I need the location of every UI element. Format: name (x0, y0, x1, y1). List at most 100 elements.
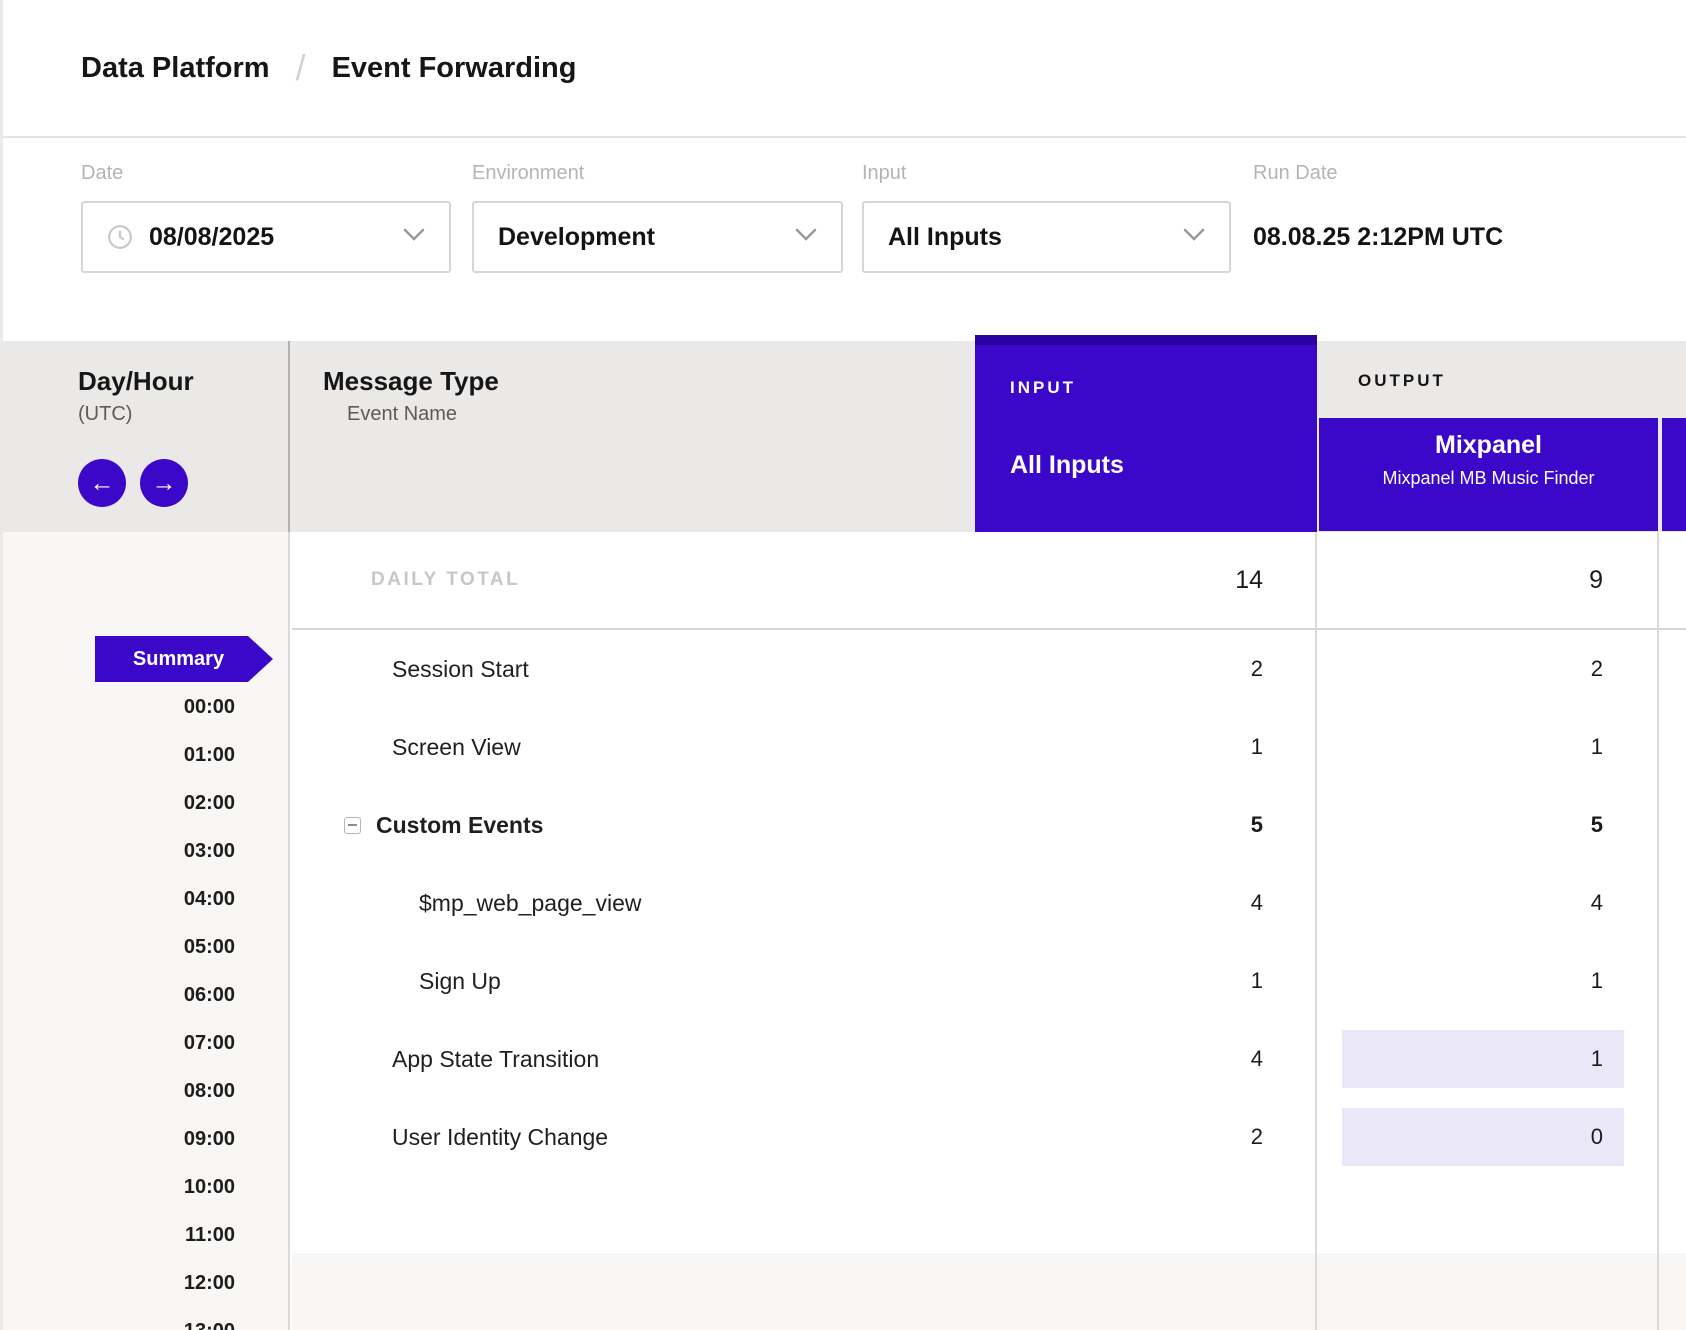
input-column-top-strip (975, 335, 1317, 345)
data-grid: DAILY TOTAL 14 9 Session Start22Screen V… (292, 532, 1686, 1330)
next-day-button[interactable]: → (140, 459, 188, 507)
input-filter: Input All Inputs (862, 162, 1231, 273)
environment-filter-label: Environment (472, 162, 843, 185)
run-date: Run Date 08.08.25 2:12PM UTC (1253, 162, 1503, 273)
event-row: Screen View11 (292, 708, 1686, 786)
hour-label[interactable]: 13:00 (3, 1307, 288, 1330)
clock-icon (107, 224, 133, 250)
summary-badge-arrow (248, 636, 273, 682)
environment-filter: Environment Development (472, 162, 843, 273)
input-select[interactable]: All Inputs (862, 201, 1231, 273)
environment-value: Development (498, 223, 795, 252)
output-count-value: 1 (1591, 968, 1603, 994)
date-filter-label: Date (81, 162, 451, 185)
message-type-subtitle: Event Name (347, 403, 973, 425)
footer-band (292, 1253, 1686, 1330)
hour-label[interactable]: 01:00 (3, 731, 288, 779)
hour-label[interactable]: 07:00 (3, 1019, 288, 1067)
output-group-label: OUTPUT (1358, 372, 1446, 389)
output-count-cell: 4 (1318, 864, 1657, 942)
input-count-cell: 2 (292, 1098, 1315, 1176)
breadcrumb-separator: / (296, 47, 306, 89)
input-column-header[interactable]: INPUT All Inputs (975, 335, 1317, 532)
message-type-header: Message Type Event Name (292, 341, 973, 532)
filter-bar: Date 08/08/2025 Environment Development (3, 140, 1686, 341)
hour-label[interactable]: 02:00 (3, 779, 288, 827)
input-count-cell: 2 (292, 630, 1315, 708)
input-group-label: INPUT (1010, 379, 1076, 396)
hour-label[interactable]: 10:00 (3, 1163, 288, 1211)
input-count-cell: 4 (292, 864, 1315, 942)
date-value: 08/08/2025 (149, 223, 403, 252)
output-count-cell-highlighted: 0 (1318, 1098, 1657, 1176)
event-row: App State Transition41 (292, 1020, 1686, 1098)
table-body: Summary 00:0001:0002:0003:0004:0005:0006… (3, 532, 1686, 1330)
event-row: Custom Events55 (292, 786, 1686, 864)
hour-label[interactable]: 08:00 (3, 1067, 288, 1115)
output-count-value: 4 (1591, 890, 1603, 916)
input-count-cell: 5 (292, 786, 1315, 864)
run-date-value: 08.08.25 2:12PM UTC (1253, 201, 1503, 273)
mixpanel-column-title: Mixpanel (1319, 432, 1658, 459)
page-title: Event Forwarding (332, 52, 577, 85)
event-rows: Session Start22Screen View11Custom Event… (292, 630, 1686, 1176)
day-hour-column: Summary 00:0001:0002:0003:0004:0005:0006… (3, 532, 290, 1330)
input-count-cell: 4 (292, 1020, 1315, 1098)
input-count-cell: 1 (292, 942, 1315, 1020)
day-hour-title: Day/Hour (78, 367, 288, 395)
breadcrumb: Data Platform / Event Forwarding (3, 0, 1686, 138)
hour-label[interactable]: 09:00 (3, 1115, 288, 1163)
table-header: Day/Hour (UTC) ← → Message Type Event Na… (3, 341, 1686, 532)
input-value: All Inputs (888, 223, 1183, 252)
event-row: $mp_web_page_view44 (292, 864, 1686, 942)
event-row: User Identity Change20 (292, 1098, 1686, 1176)
event-row: Sign Up11 (292, 942, 1686, 1020)
message-type-title: Message Type (323, 367, 973, 395)
mixpanel-column-header[interactable]: Mixpanel Mixpanel MB Music Finder (1319, 418, 1658, 531)
hour-label[interactable]: 11:00 (3, 1211, 288, 1259)
breadcrumb-section[interactable]: Data Platform (81, 52, 270, 85)
summary-badge[interactable]: Summary (95, 636, 273, 682)
chevron-down-icon (795, 228, 817, 247)
daily-total-output-value: 9 (1318, 532, 1657, 628)
arrow-left-icon: ← (90, 469, 115, 498)
input-filter-label: Input (862, 162, 1231, 185)
chevron-down-icon (403, 228, 425, 247)
output-count-cell: 1 (1318, 708, 1657, 786)
event-forwarding-page: Data Platform / Event Forwarding Date 08… (0, 0, 1686, 1330)
output-count-value: 0 (1591, 1124, 1603, 1150)
summary-label: Summary (95, 636, 248, 682)
day-hour-header: Day/Hour (UTC) ← → (3, 341, 290, 532)
arrow-right-icon: → (152, 469, 177, 498)
run-date-label: Run Date (1253, 162, 1503, 185)
environment-select[interactable]: Development (472, 201, 843, 273)
hour-label[interactable]: 00:00 (3, 683, 288, 731)
output-count-value: 5 (1591, 812, 1603, 838)
hour-label[interactable]: 06:00 (3, 971, 288, 1019)
hour-label[interactable]: 05:00 (3, 923, 288, 971)
day-hour-subtitle: (UTC) (78, 403, 288, 425)
day-pager: ← → (78, 459, 288, 507)
chevron-down-icon (1183, 228, 1205, 247)
hour-label[interactable]: 03:00 (3, 827, 288, 875)
output-count-cell: 5 (1318, 786, 1657, 864)
date-filter: Date 08/08/2025 (81, 162, 451, 273)
output-count-cell-highlighted: 1 (1318, 1020, 1657, 1098)
daily-total-input-value: 14 (292, 532, 1315, 628)
input-column-title: All Inputs (1010, 451, 1124, 480)
next-output-column-partial (1662, 418, 1686, 531)
daily-total-row: DAILY TOTAL 14 9 (292, 532, 1686, 628)
hours-list: 00:0001:0002:0003:0004:0005:0006:0007:00… (3, 683, 288, 1330)
output-count-value: 1 (1591, 734, 1603, 760)
mixpanel-column-subtitle: Mixpanel MB Music Finder (1319, 468, 1658, 489)
output-count-cell: 2 (1318, 630, 1657, 708)
hour-label[interactable]: 04:00 (3, 875, 288, 923)
event-row: Session Start22 (292, 630, 1686, 708)
output-count-value: 1 (1591, 1046, 1603, 1072)
prev-day-button[interactable]: ← (78, 459, 126, 507)
input-count-cell: 1 (292, 708, 1315, 786)
output-count-value: 2 (1591, 656, 1603, 682)
hour-label[interactable]: 12:00 (3, 1259, 288, 1307)
output-count-cell: 1 (1318, 942, 1657, 1020)
date-select[interactable]: 08/08/2025 (81, 201, 451, 273)
